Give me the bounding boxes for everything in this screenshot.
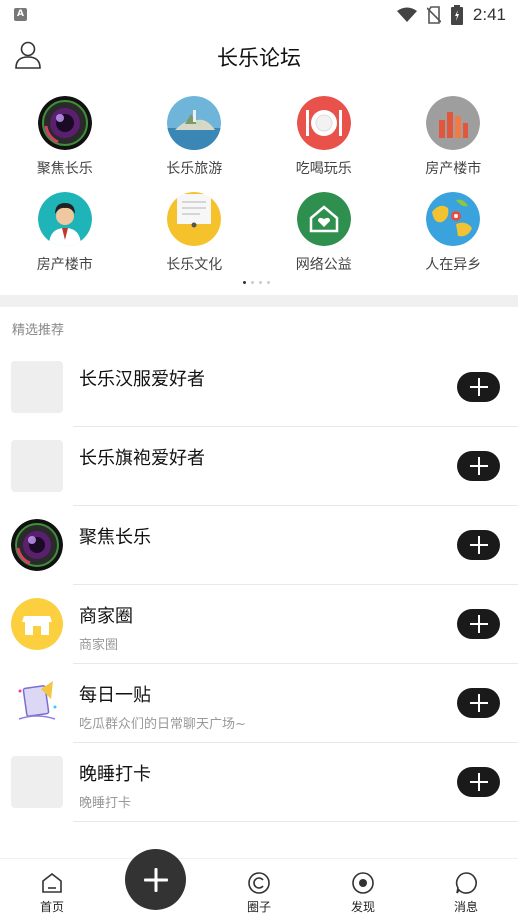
category-item[interactable]: 聚焦长乐 xyxy=(0,96,130,192)
circle-name: 每日一贴 xyxy=(79,685,151,706)
category-item[interactable]: 房产楼市 xyxy=(389,96,518,192)
list-item[interactable]: 长乐旗袍爱好者 xyxy=(0,427,518,506)
app-header: 长乐论坛 xyxy=(0,30,518,82)
category-item[interactable]: 房产楼市 xyxy=(0,192,130,288)
agent-icon xyxy=(37,192,92,246)
category-label: 房产楼市 xyxy=(36,257,93,273)
category-item[interactable]: 长乐旅游 xyxy=(130,96,260,192)
list-item[interactable]: 晚睡打卡 晚睡打卡 xyxy=(0,743,518,822)
circle-name: 商家圈 xyxy=(79,606,133,627)
circle-thumbnail xyxy=(11,756,63,808)
shop-icon xyxy=(11,598,63,650)
join-button[interactable] xyxy=(457,609,500,639)
status-time: 2:41 xyxy=(472,5,506,24)
document-icon xyxy=(167,192,222,246)
camera-lens-icon xyxy=(37,96,92,150)
category-label: 网络公益 xyxy=(295,257,352,273)
category-label: 长乐文化 xyxy=(166,257,223,273)
join-button[interactable] xyxy=(457,688,500,718)
add-post-button[interactable] xyxy=(125,849,186,910)
status-badge: A xyxy=(14,8,27,21)
circle-description: 商家圈 xyxy=(79,638,119,653)
category-label: 房产楼市 xyxy=(425,161,482,177)
nav-circles[interactable]: 圈子 xyxy=(229,871,289,915)
island-icon xyxy=(167,96,222,150)
circle-thumbnail xyxy=(11,440,63,492)
page-indicator xyxy=(243,281,270,284)
charity-home-icon xyxy=(296,192,351,246)
category-item[interactable]: 吃喝玩乐 xyxy=(259,96,389,192)
category-label: 长乐旅游 xyxy=(166,161,223,177)
category-label: 聚焦长乐 xyxy=(36,161,93,177)
circle-name: 长乐汉服爱好者 xyxy=(79,369,205,390)
circle-thumbnail xyxy=(11,361,63,413)
category-label: 吃喝玩乐 xyxy=(295,161,352,177)
page-title: 长乐论坛 xyxy=(217,46,301,70)
circle-description: 晚睡打卡 xyxy=(79,796,132,811)
category-item[interactable]: 网络公益 xyxy=(259,192,389,288)
nav-label: 消息 xyxy=(453,900,478,914)
list-item[interactable]: 聚焦长乐 xyxy=(0,506,518,585)
category-item[interactable]: 长乐文化 xyxy=(130,192,260,288)
nav-messages[interactable]: 消息 xyxy=(436,871,496,915)
section-divider xyxy=(0,295,518,307)
bottom-nav: 首页 圈子 发现 消息 xyxy=(0,858,518,920)
globe-pin-icon xyxy=(426,192,481,246)
list-item[interactable]: 长乐汉服爱好者 xyxy=(0,348,518,427)
circle-name: 聚焦长乐 xyxy=(79,527,151,548)
join-button[interactable] xyxy=(457,372,500,402)
section-title: 精选推荐 xyxy=(12,323,65,338)
list-item[interactable]: 每日一贴 吃瓜群众们的日常聊天广场~ xyxy=(0,664,518,743)
join-button[interactable] xyxy=(457,451,500,481)
camera-lens-icon xyxy=(11,519,63,571)
note-icon xyxy=(11,677,63,729)
wifi-icon xyxy=(396,7,417,22)
category-grid: 聚焦长乐 长乐旅游 吃喝玩乐 房产楼市 房产楼市 长乐文化 网络公益 人在异乡 xyxy=(0,96,518,288)
circle-name: 长乐旗袍爱好者 xyxy=(79,448,205,469)
home-icon xyxy=(42,872,62,893)
no-sim-icon xyxy=(426,6,441,24)
nav-label: 首页 xyxy=(39,900,64,914)
battery-icon xyxy=(450,5,463,25)
nav-label: 圈子 xyxy=(246,900,271,914)
category-item[interactable]: 人在异乡 xyxy=(389,192,518,288)
category-label: 人在异乡 xyxy=(425,257,482,273)
nav-home[interactable]: 首页 xyxy=(22,871,82,915)
join-button[interactable] xyxy=(457,530,500,560)
dining-icon xyxy=(296,96,351,150)
buildings-icon xyxy=(426,96,481,150)
discover-icon xyxy=(352,872,374,894)
circle-list: 长乐汉服爱好者 长乐旗袍爱好者 聚焦长乐 商家圈 商家圈 每日一贴 吃瓜群众们的… xyxy=(0,348,518,822)
message-icon xyxy=(455,872,477,894)
join-button[interactable] xyxy=(457,767,500,797)
list-item[interactable]: 商家圈 商家圈 xyxy=(0,585,518,664)
nav-discover[interactable]: 发现 xyxy=(333,871,393,915)
nav-label: 发现 xyxy=(350,900,375,914)
status-bar: A 2:41 xyxy=(0,0,518,30)
circle-icon xyxy=(248,872,270,894)
circle-description: 吃瓜群众们的日常聊天广场~ xyxy=(79,717,246,732)
circle-name: 晚睡打卡 xyxy=(79,764,151,785)
